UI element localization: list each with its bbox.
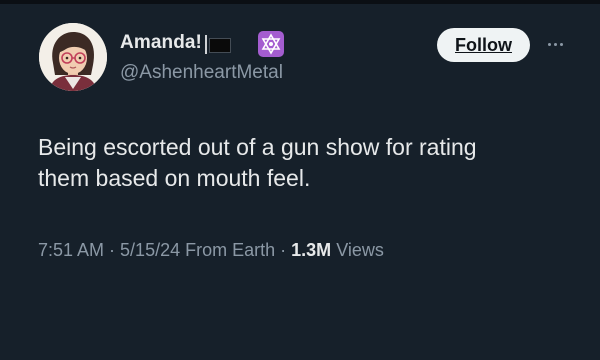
tweet-text: Being escorted out of a gun show for rat… [38,134,477,191]
tweet-time[interactable]: 7:51 AM [38,240,104,260]
tweet-card: Amanda! @AshenheartMetal Follow Being es… [0,4,600,360]
meta-separator: · [275,240,292,260]
display-name[interactable]: Amanda! [120,32,202,54]
follow-button[interactable]: Follow [437,28,530,62]
author-avatar[interactable] [39,23,107,91]
more-options-button[interactable] [540,34,570,54]
meta-separator: · [104,240,121,260]
display-name-row: Amanda! [120,30,233,56]
avatar-illustration [39,23,107,91]
tweet-meta: 7:51 AM · 5/15/24 From Earth · 1.3M View… [38,240,384,261]
views-label: Views [336,240,384,260]
tweet-source: From Earth [185,240,276,260]
black-flag-icon [203,32,233,54]
views-count[interactable]: 1.3M [291,240,331,260]
tweet-date[interactable]: 5/15/24 [120,240,180,260]
ellipsis-dot [559,42,563,46]
star-of-david-icon [258,31,284,57]
ellipsis-dot [553,42,557,46]
ellipsis-icon [547,42,551,46]
author-handle[interactable]: @AshenheartMetal [120,62,283,84]
